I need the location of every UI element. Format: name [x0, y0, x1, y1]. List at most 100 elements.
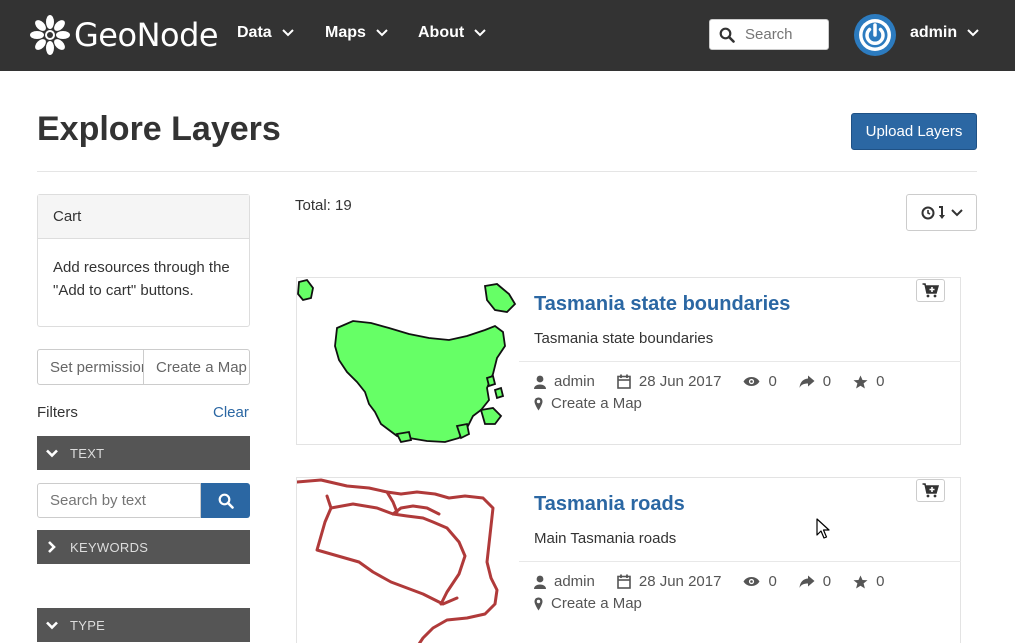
page-title: Explore Layers — [37, 110, 281, 148]
star-icon — [853, 575, 868, 588]
views-count: 0 — [768, 373, 777, 390]
nav-data-menu[interactable]: Data — [237, 24, 294, 42]
text-search — [37, 483, 250, 518]
user-menu[interactable]: admin — [910, 24, 979, 42]
date-meta: 28 Jun 2017 — [617, 373, 722, 390]
power-icon — [859, 19, 891, 51]
geonode-logo-icon — [30, 15, 70, 55]
cart-plus-icon — [922, 283, 939, 298]
card-divider — [519, 561, 961, 562]
avatar[interactable] — [854, 14, 896, 56]
user-name-label: admin — [910, 24, 958, 41]
filter-keywords-toggle[interactable]: KEYWORDS — [37, 530, 250, 564]
owner-link[interactable]: admin — [554, 373, 595, 390]
search-icon — [218, 493, 234, 509]
map-marker-icon — [534, 397, 543, 410]
sort-desc-icon — [938, 205, 945, 219]
owner-link[interactable]: admin — [554, 573, 595, 590]
brand-name: GeoNode — [74, 16, 219, 54]
views-meta: 0 — [743, 373, 777, 390]
create-map-link[interactable]: Create a Map — [534, 395, 642, 412]
filter-text-label: TEXT — [70, 445, 105, 461]
navbar-search — [709, 19, 829, 50]
filter-type-toggle[interactable]: TYPE — [37, 608, 250, 642]
create-map-link[interactable]: Create a Map — [534, 595, 642, 612]
clear-filters-link[interactable]: Clear — [213, 404, 249, 421]
cart-plus-icon — [922, 483, 939, 498]
user-icon — [534, 375, 546, 389]
chevron-down-icon — [950, 208, 963, 216]
text-search-input[interactable] — [37, 483, 201, 518]
chevron-down-icon — [46, 449, 58, 457]
cart-title: Cart — [38, 195, 249, 239]
brand-logo[interactable]: GeoNode — [30, 13, 219, 57]
nav-maps-menu[interactable]: Maps — [325, 24, 388, 42]
create-map-label: Create a Map — [551, 595, 642, 612]
chevron-down-icon — [46, 621, 58, 629]
cart-actions: Set permissions Create a Map — [37, 349, 250, 385]
layer-thumbnail[interactable] — [297, 478, 519, 643]
eye-icon — [743, 377, 760, 386]
clock-icon — [921, 206, 934, 219]
shares-count: 0 — [822, 573, 832, 590]
views-count: 0 — [768, 573, 777, 590]
search-icon — [719, 27, 735, 43]
filters-label: Filters — [37, 404, 78, 421]
chevron-down-icon — [967, 29, 979, 37]
nav-maps-label: Maps — [325, 24, 366, 41]
create-map-label: Create a Map — [551, 395, 642, 412]
layer-abstract: Main Tasmania roads — [534, 530, 677, 547]
layer-thumbnail[interactable] — [297, 278, 519, 444]
total-count: Total: 19 — [295, 197, 352, 214]
rating-meta: 0 — [853, 573, 884, 590]
text-search-button[interactable] — [201, 483, 250, 518]
nav-about-menu[interactable]: About — [418, 24, 486, 42]
mouse-cursor-icon — [816, 518, 830, 539]
star-icon — [853, 375, 868, 388]
share-icon — [799, 575, 815, 588]
calendar-icon — [617, 574, 631, 589]
filter-type-label: TYPE — [70, 617, 106, 633]
cart-description: Add resources through the "Add to cart" … — [53, 259, 230, 299]
chevron-right-icon — [48, 541, 56, 553]
date-value: 28 Jun 2017 — [638, 373, 722, 390]
chevron-down-icon — [474, 29, 486, 37]
chevron-down-icon — [376, 29, 388, 37]
chevron-down-icon — [281, 29, 294, 37]
cart-panel: Cart Add resources through the "Add to c… — [37, 194, 250, 327]
rating-count: 0 — [876, 573, 885, 590]
shares-meta: 0 — [799, 573, 831, 590]
layer-abstract: Tasmania state boundaries — [534, 330, 714, 347]
header-divider — [37, 171, 977, 172]
layer-meta: admin 28 Jun 2017 0 0 0 — [534, 573, 906, 590]
share-icon — [799, 375, 815, 388]
card-divider — [519, 361, 961, 362]
rating-meta: 0 — [853, 373, 884, 390]
add-to-cart-button[interactable] — [916, 479, 945, 502]
map-marker-icon — [534, 597, 543, 610]
nav-data-label: Data — [237, 24, 272, 41]
create-map-button[interactable]: Create a Map — [144, 349, 250, 385]
upload-layers-button[interactable]: Upload Layers — [851, 113, 977, 150]
layer-card: Tasmania state boundaries Tasmania state… — [296, 277, 961, 445]
layer-title-link[interactable]: Tasmania state boundaries — [534, 293, 790, 316]
filter-keywords-label: KEYWORDS — [70, 539, 149, 555]
add-to-cart-button[interactable] — [916, 279, 945, 302]
layer-title-link[interactable]: Tasmania roads — [534, 493, 685, 516]
eye-icon — [743, 577, 760, 586]
filter-text-toggle[interactable]: TEXT — [37, 436, 250, 470]
rating-count: 0 — [876, 373, 885, 390]
user-icon — [534, 575, 546, 589]
layer-card: Tasmania roads Main Tasmania roads admin… — [296, 477, 961, 643]
owner-meta: admin — [534, 573, 595, 590]
shares-meta: 0 — [799, 373, 831, 390]
owner-meta: admin — [534, 373, 595, 390]
views-meta: 0 — [743, 573, 777, 590]
set-permissions-button[interactable]: Set permissions — [37, 349, 144, 385]
calendar-icon — [617, 374, 631, 389]
sort-dropdown-button[interactable] — [906, 194, 977, 231]
navbar-search-input[interactable] — [745, 26, 825, 43]
layer-meta: admin 28 Jun 2017 0 0 0 — [534, 373, 906, 390]
date-meta: 28 Jun 2017 — [617, 573, 721, 590]
nav-about-label: About — [418, 24, 465, 41]
